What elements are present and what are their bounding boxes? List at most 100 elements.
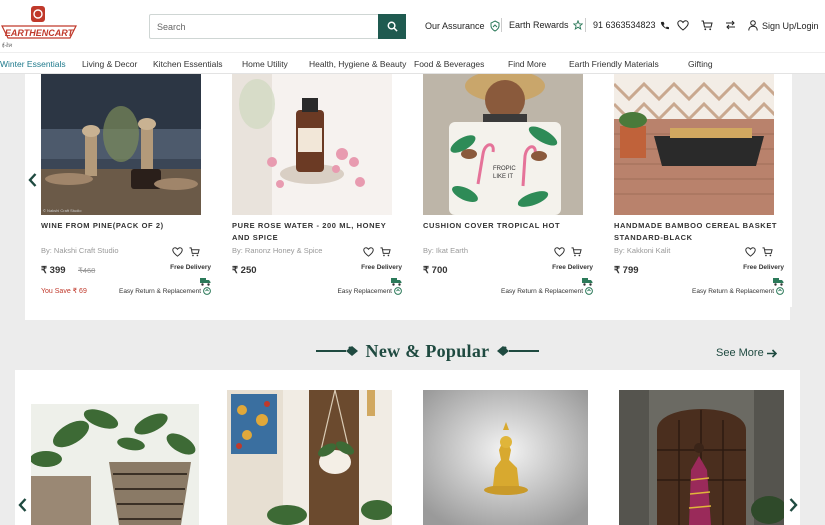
earth-rewards-label: Earth Rewards bbox=[509, 20, 569, 30]
product-image[interactable] bbox=[423, 390, 588, 525]
nav-item-food-beverages[interactable]: Food & Beverages bbox=[414, 59, 484, 69]
return-policy: Easy Return & Replacement bbox=[119, 287, 211, 295]
search-bar bbox=[149, 14, 406, 39]
nav-item-find-more[interactable]: Find More bbox=[508, 59, 546, 69]
return-policy-label: Easy Return & Replacement bbox=[500, 287, 583, 295]
wishlist-button[interactable] bbox=[676, 18, 690, 32]
product-price: ₹ 250 bbox=[232, 265, 257, 276]
return-policy-label: Easy Return & Replacement bbox=[118, 287, 201, 295]
recycle-icon bbox=[585, 287, 593, 295]
return-policy: Easy Replacement bbox=[337, 287, 402, 295]
cart-button[interactable] bbox=[700, 18, 714, 32]
cart-icon bbox=[380, 247, 391, 257]
product-card[interactable] bbox=[605, 380, 790, 525]
product-card[interactable]: HANDMADE BAMBOO CEREAL BASKET STANDARD-B… bbox=[614, 74, 792, 307]
product-title[interactable]: CUSHION COVER TROPICAL HOT bbox=[423, 220, 591, 232]
wishlist-button[interactable] bbox=[363, 244, 375, 257]
new-popular-heading: New & Popular bbox=[305, 340, 550, 362]
our-assurance-link[interactable]: Our Assurance bbox=[425, 20, 501, 32]
svg-text:FROPIC: FROPIC bbox=[493, 166, 516, 172]
nav-item-kitchen-essentials[interactable]: Kitchen Essentials bbox=[153, 59, 222, 69]
nav-item-home-utility[interactable]: Home Utility bbox=[242, 59, 288, 69]
chevron-right-icon bbox=[789, 498, 798, 512]
product-vendor[interactable]: By: Ranonz Honey & Spice bbox=[232, 246, 322, 255]
np-carousel-next-button[interactable] bbox=[785, 495, 801, 515]
svg-text:LIKE IT: LIKE IT bbox=[493, 174, 513, 180]
product-image[interactable]: FROPIC LIKE IT bbox=[423, 74, 583, 215]
see-more-label: See More bbox=[716, 347, 764, 359]
cart-icon bbox=[571, 247, 582, 257]
recycle-icon bbox=[203, 287, 211, 295]
category-nav: Winter Essentials Living & Decor Kitchen… bbox=[0, 52, 825, 74]
nav-item-health-hygiene-beauty[interactable]: Health, Hygiene & Beauty bbox=[309, 59, 406, 69]
nav-item-earth-friendly-materials[interactable]: Earth Friendly Materials bbox=[569, 59, 659, 69]
site-header: EARTHENCART ई-टेल Our Assurance Earth Re… bbox=[0, 0, 825, 52]
product-image[interactable] bbox=[614, 74, 774, 215]
nav-item-living-decor[interactable]: Living & Decor bbox=[82, 59, 137, 69]
product-title[interactable]: PURE ROSE WATER - 200 ML, HONEY AND SPIC… bbox=[232, 220, 400, 244]
product-card[interactable]: PURE ROSE WATER - 200 ML, HONEY AND SPIC… bbox=[232, 74, 410, 307]
our-assurance-label: Our Assurance bbox=[425, 21, 485, 31]
header-divider bbox=[585, 18, 586, 32]
see-more-link[interactable]: See More bbox=[716, 347, 777, 359]
product-vendor[interactable]: By: Kakkoni Kalit bbox=[614, 246, 670, 255]
product-image[interactable] bbox=[227, 390, 392, 525]
add-to-cart-button[interactable] bbox=[380, 244, 392, 257]
cart-icon bbox=[762, 247, 773, 257]
ornament-right-icon bbox=[497, 346, 540, 356]
svg-text:ई-टेल: ई-टेल bbox=[2, 42, 13, 48]
svg-text:EARTHENCART: EARTHENCART bbox=[5, 28, 75, 38]
you-save-label: You Save ₹ 69 bbox=[41, 288, 87, 295]
product-card[interactable]: © Nakshi Craft Studio WINE FROM PINE(PAC… bbox=[41, 74, 219, 307]
product-card[interactable]: FROPIC LIKE IT CUSHION COVER TROPICAL HO… bbox=[423, 74, 601, 307]
cart-icon bbox=[701, 20, 713, 30]
heart-icon bbox=[363, 247, 374, 257]
product-title[interactable]: HANDMADE BAMBOO CEREAL BASKET STANDARD-B… bbox=[614, 220, 782, 244]
product-card[interactable] bbox=[411, 380, 596, 525]
signup-login-link[interactable]: Sign Up/Login bbox=[748, 20, 819, 31]
product-card[interactable] bbox=[217, 380, 402, 525]
product-vendor[interactable]: By: Nakshi Craft Studio bbox=[41, 246, 119, 255]
search-button[interactable] bbox=[378, 14, 406, 39]
carousel-prev-button[interactable] bbox=[24, 170, 40, 190]
product-image[interactable]: © Nakshi Craft Studio bbox=[41, 74, 201, 215]
shield-leaf-icon bbox=[490, 20, 500, 32]
ornament-left-icon bbox=[315, 346, 358, 356]
wishlist-button[interactable] bbox=[172, 244, 184, 257]
product-vendor[interactable]: By: Ikat Earth bbox=[423, 246, 468, 255]
product-title[interactable]: WINE FROM PINE(PACK OF 2) bbox=[41, 220, 209, 232]
search-input[interactable] bbox=[150, 15, 378, 38]
heart-icon bbox=[172, 247, 183, 257]
free-delivery-label: Free Delivery bbox=[170, 264, 211, 271]
earth-rewards-link[interactable]: Earth Rewards bbox=[509, 20, 583, 30]
compare-button[interactable] bbox=[723, 18, 737, 32]
product-price: ₹ 700 bbox=[423, 265, 448, 276]
wishlist-button[interactable] bbox=[745, 244, 757, 257]
search-icon bbox=[387, 21, 398, 32]
phone-link[interactable]: 91 6363534823 bbox=[593, 20, 669, 30]
product-image[interactable] bbox=[31, 404, 199, 525]
add-to-cart-button[interactable] bbox=[762, 244, 774, 257]
product-image[interactable] bbox=[619, 390, 784, 525]
earthencart-logo[interactable]: EARTHENCART ई-टेल bbox=[0, 4, 80, 49]
delivery-truck-icon bbox=[391, 273, 402, 286]
np-carousel-prev-button[interactable] bbox=[14, 495, 30, 515]
heart-icon bbox=[677, 19, 689, 31]
compare-arrows-icon bbox=[725, 20, 735, 30]
nav-item-winter-essentials[interactable]: Winter Essentials bbox=[0, 59, 66, 69]
wishlist-button[interactable] bbox=[554, 244, 566, 257]
delivery-truck-icon bbox=[582, 273, 593, 286]
return-policy: Easy Return & Replacement bbox=[501, 287, 593, 295]
product-card[interactable] bbox=[28, 380, 208, 525]
phone-number: 91 6363534823 bbox=[593, 20, 656, 30]
svg-text:© Nakshi Craft Studio: © Nakshi Craft Studio bbox=[43, 208, 82, 213]
product-price: ₹ 399 bbox=[41, 265, 66, 276]
recycle-icon bbox=[776, 287, 784, 295]
arrow-right-icon bbox=[766, 348, 777, 358]
product-image[interactable] bbox=[232, 74, 392, 215]
add-to-cart-button[interactable] bbox=[189, 244, 201, 257]
nav-item-gifting[interactable]: Gifting bbox=[688, 59, 713, 69]
user-icon bbox=[748, 20, 758, 31]
product-mrp: ₹468 bbox=[78, 266, 96, 275]
add-to-cart-button[interactable] bbox=[571, 244, 583, 257]
